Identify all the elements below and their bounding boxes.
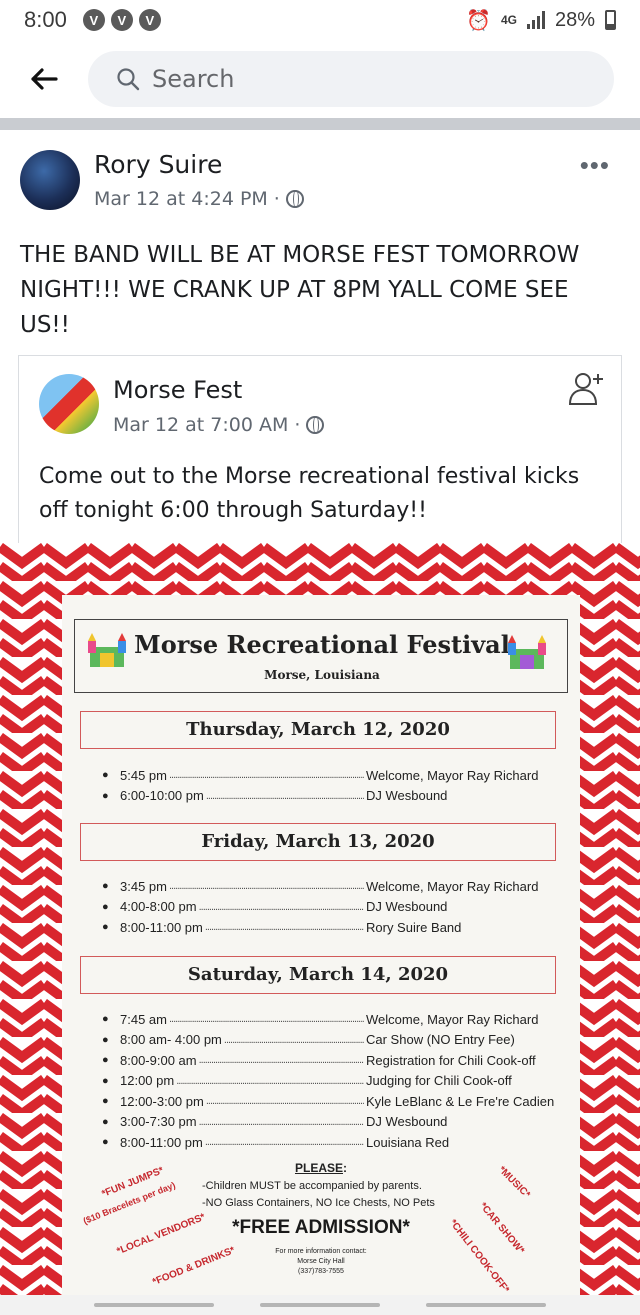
shared-author-name[interactable]: Morse Fest [113, 376, 242, 404]
schedule-row: ●12:00-3:00 pmKyle LeBlanc & Le Fre're C… [102, 1091, 562, 1112]
friday-schedule: ●3:45 pmWelcome, Mayor Ray Richard ●4:00… [102, 876, 562, 938]
schedule-row: ●7:45 amWelcome, Mayor Ray Richard [102, 1009, 562, 1030]
network-label: 4G [500, 13, 517, 27]
schedule-row: ●4:00-8:00 pmDJ Wesbound [102, 897, 562, 918]
signal-icon [526, 11, 545, 29]
shared-post-meta: Mar 12 at 7:00 AM · [113, 414, 325, 436]
contact-line: (337)783-7555 [298, 1268, 344, 1275]
day-heading-thursday: Thursday, March 12, 2020 [80, 711, 556, 749]
post-meta: Mar 12 at 4:24 PM · [94, 188, 304, 210]
saturday-schedule: ●7:45 amWelcome, Mayor Ray Richard ●8:00… [102, 1009, 562, 1153]
schedule-row: ●3:45 pmWelcome, Mayor Ray Richard [102, 876, 562, 897]
day-heading-friday: Friday, March 13, 2020 [80, 823, 556, 861]
section-divider [0, 118, 640, 130]
flyer-title: Morse Recreational Festival [134, 630, 510, 659]
meta-separator: · [294, 414, 301, 436]
post-text: THE BAND WILL BE AT MORSE FEST TOMORROW … [20, 242, 580, 338]
flyer-location: Morse, Louisiana [264, 668, 380, 682]
schedule-row: ●3:00-7:30 pmDJ Wesbound [102, 1112, 562, 1133]
shared-author-avatar[interactable] [39, 374, 99, 434]
status-time: 8:00 [24, 7, 67, 32]
schedule-row: ●5:45 pmWelcome, Mayor Ray Richard [102, 765, 562, 786]
schedule-row: ●6:00-10:00 pmDJ Wesbound [102, 786, 562, 807]
status-right: ⏰ 4G 28% [466, 8, 616, 33]
rule-no-glass: -NO Glass Containers, NO Ice Chests, NO … [202, 1197, 435, 1209]
notification-v-icon: V [138, 9, 161, 31]
schedule-row: ●8:00 am- 4:00 pmCar Show (NO Entry Fee) [102, 1030, 562, 1051]
post-author-name[interactable]: Rory Suire [94, 150, 222, 179]
flyer-paper: Morse Recreational Festival Morse, Louis… [62, 595, 580, 1295]
schedule-row: ●8:00-11:00 pmRory Suire Band [102, 917, 562, 938]
battery-label: 28% [554, 8, 595, 31]
bounce-house-icon [88, 633, 126, 667]
system-nav-bar [0, 1295, 640, 1315]
shared-post[interactable]: Morse Fest Mar 12 at 7:00 AM · Come out … [18, 355, 622, 545]
author-avatar[interactable] [20, 150, 80, 210]
alarm-icon: ⏰ [466, 9, 491, 32]
shared-post-text: Come out to the Morse recreational festi… [39, 464, 580, 523]
bounce-house-icon [508, 635, 546, 669]
notification-v-icon: V [110, 9, 133, 31]
more-options-icon[interactable]: ••• [580, 150, 610, 181]
thursday-schedule: ●5:45 pmWelcome, Mayor Ray Richard ●6:00… [102, 765, 562, 806]
shared-timestamp[interactable]: Mar 12 at 7:00 AM [113, 414, 288, 436]
post-header: Rory Suire Mar 12 at 4:24 PM · ••• [20, 148, 620, 218]
battery-icon [605, 10, 616, 30]
globe-icon [285, 190, 304, 208]
top-header [0, 40, 640, 118]
meta-separator: · [273, 188, 280, 210]
search-input[interactable] [152, 65, 572, 93]
globe-icon [306, 416, 325, 434]
flyer-title-box: Morse Recreational Festival Morse, Louis… [74, 619, 568, 693]
back-arrow-icon[interactable] [22, 57, 66, 101]
status-bar: 8:00 V V V ⏰ 4G 28% [0, 0, 640, 40]
schedule-row: ●8:00-9:00 amRegistration for Chili Cook… [102, 1050, 562, 1071]
notification-v-icon: V [82, 9, 105, 31]
schedule-row: ●12:00 pmJudging for Chili Cook-off [102, 1071, 562, 1092]
day-heading-saturday: Saturday, March 14, 2020 [80, 956, 556, 994]
search-bar[interactable] [88, 51, 614, 107]
contact-line: Morse City Hall [297, 1258, 345, 1265]
add-friend-icon[interactable] [567, 368, 607, 408]
search-icon [117, 68, 140, 91]
rule-children: -Children MUST be accompanied by parents… [202, 1180, 422, 1192]
schedule-row: ●8:00-11:00 pmLouisiana Red [102, 1132, 562, 1153]
flyer-image[interactable]: Morse Recreational Festival Morse, Louis… [0, 543, 640, 1295]
post-timestamp[interactable]: Mar 12 at 4:24 PM [94, 188, 268, 210]
